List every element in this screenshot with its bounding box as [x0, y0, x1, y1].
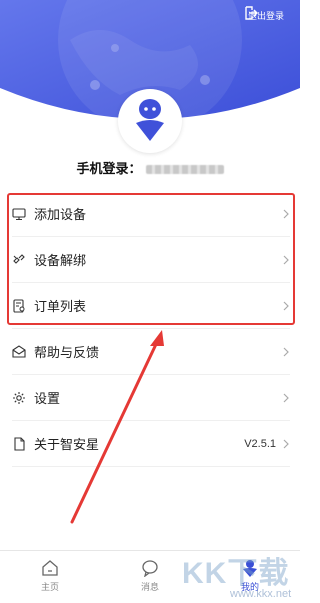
watermark-text: KK下载	[182, 557, 290, 590]
menu-item-label: 帮助与反馈	[34, 345, 100, 360]
menu-item-add-device[interactable]: 添加设备	[12, 191, 290, 237]
gear-icon	[12, 391, 26, 405]
menu-item-label: 订单列表	[34, 299, 87, 314]
menu-item-label: 关于智安星	[34, 437, 100, 452]
watermark-url: www.kkx.net	[230, 588, 292, 600]
app-version: V2.5.1	[244, 437, 276, 450]
order-list-icon	[12, 298, 26, 313]
tab-label: 主页	[40, 582, 59, 592]
chevron-right-icon	[283, 255, 289, 264]
message-icon	[142, 560, 158, 577]
logout-button[interactable]: 退出登录	[244, 6, 288, 24]
menu-item-about[interactable]: 关于智安星 V2.5.1	[12, 421, 290, 467]
menu-item-settings[interactable]: 设置	[12, 375, 290, 421]
menu-item-unbind-device[interactable]: 设备解绑	[12, 237, 290, 283]
home-icon	[42, 560, 58, 576]
menu-item-order-list[interactable]: 订单列表	[12, 283, 290, 329]
menu-item-label: 添加设备	[34, 207, 87, 222]
phone-number-masked	[145, 165, 224, 175]
menu-item-label: 设置	[34, 391, 61, 406]
login-info: 手机登录：	[0, 158, 300, 178]
chevron-right-icon	[283, 209, 289, 218]
feedback-icon	[12, 344, 26, 359]
chevron-right-icon	[283, 439, 289, 448]
monitor-icon	[12, 207, 26, 221]
menu-item-help-feedback[interactable]: 帮助与反馈	[12, 329, 290, 375]
tab-home[interactable]: 主页	[0, 551, 100, 603]
unbind-icon	[12, 253, 26, 267]
chevron-right-icon	[283, 301, 289, 310]
login-label: 手机登录：	[76, 161, 142, 176]
watermark-logo: KK下载 www.kkx.net	[182, 548, 300, 603]
tab-label: 消息	[140, 582, 159, 592]
avatar[interactable]	[118, 89, 182, 153]
menu-item-label: 设备解绑	[34, 253, 87, 268]
document-icon	[12, 436, 26, 451]
robot-avatar-icon	[136, 99, 164, 141]
settings-menu: 添加设备 设备解绑 订单列表 帮助与反馈 设置 关于智安星 V2.5.1	[0, 191, 300, 467]
chevron-right-icon	[283, 393, 289, 402]
logout-icon	[245, 6, 258, 20]
chevron-right-icon	[283, 347, 289, 356]
